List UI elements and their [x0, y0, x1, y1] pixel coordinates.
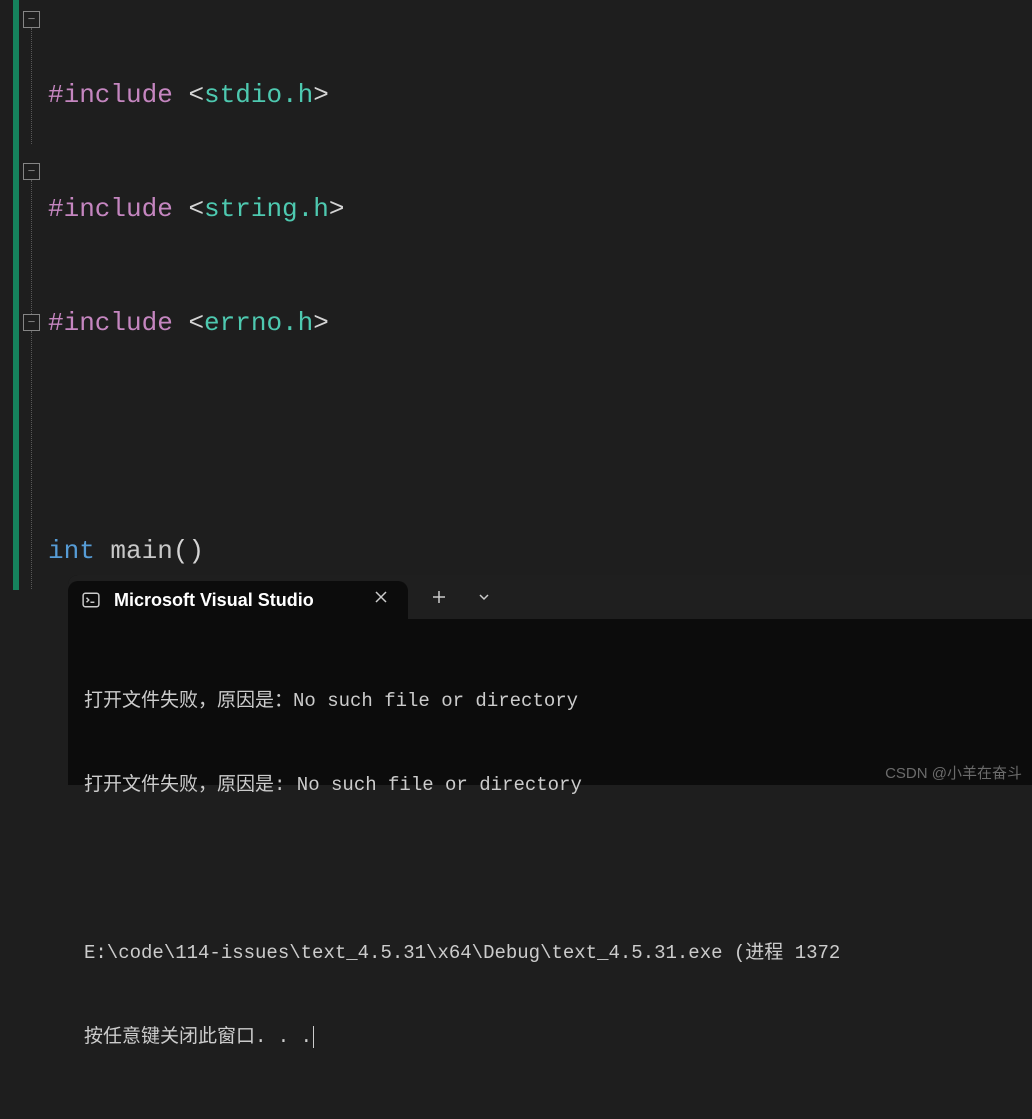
preprocessor: #include	[48, 194, 173, 224]
terminal-tab[interactable]: Microsoft Visual Studio	[68, 581, 408, 619]
fold-toggle[interactable]: −	[23, 163, 40, 180]
output-line: 打开文件失败，原因是: No such file or directory	[84, 771, 1016, 799]
new-tab-button[interactable]	[416, 582, 462, 612]
output-line: 按任意键关闭此窗口. . .	[84, 1023, 1016, 1051]
preprocessor: #include	[48, 80, 173, 110]
output-line	[84, 855, 1016, 883]
header-file: errno.h	[204, 308, 313, 338]
output-line: E:\code\114-issues\text_4.5.31\x64\Debug…	[84, 939, 1016, 967]
terminal-window: Microsoft Visual Studio 打开文件失败，原因是：No su…	[68, 575, 1032, 785]
terminal-tab-bar: Microsoft Visual Studio	[68, 575, 1032, 619]
header-file: string.h	[204, 194, 329, 224]
preprocessor: #include	[48, 308, 173, 338]
cursor	[313, 1026, 314, 1048]
function-name: main	[110, 536, 172, 566]
modified-indicator	[13, 0, 19, 590]
fold-toggle[interactable]: −	[23, 11, 40, 28]
fold-toggle[interactable]: −	[23, 314, 40, 331]
terminal-output[interactable]: 打开文件失败，原因是：No such file or directory 打开文…	[68, 619, 1032, 1119]
terminal-icon	[82, 591, 100, 609]
tab-dropdown-button[interactable]	[462, 583, 506, 611]
watermark: CSDN @小羊在奋斗	[885, 762, 1022, 783]
header-file: stdio.h	[204, 80, 313, 110]
output-line: 打开文件失败，原因是：No such file or directory	[84, 687, 1016, 715]
close-icon[interactable]	[368, 588, 394, 612]
keyword: int	[48, 536, 95, 566]
tab-actions	[408, 575, 514, 619]
code-editor[interactable]: − − − #include <stdio.h> #include <strin…	[0, 0, 1032, 590]
code-content[interactable]: #include <stdio.h> #include <string.h> #…	[48, 0, 958, 590]
tab-title: Microsoft Visual Studio	[114, 590, 354, 611]
